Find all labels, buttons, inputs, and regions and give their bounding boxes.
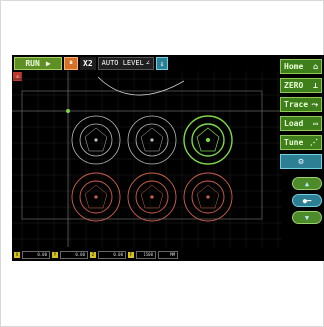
axis-x-badge: X [14, 252, 20, 258]
jog-up-button[interactable]: ▲ [292, 177, 322, 190]
axis-z-badge: Z [90, 252, 96, 258]
arc-path [97, 76, 185, 96]
zero-button[interactable]: ZERO ⊥ [280, 78, 322, 93]
part-4 [71, 172, 121, 222]
part-5 [127, 172, 177, 222]
jog-down-button[interactable]: ▼ [292, 211, 322, 224]
window-frame: RUN ▶ ⏸ X2 AUTO LEVEL ∠ ↓ ⚠ Home ⌂ ZERO … [0, 0, 324, 327]
probe-icon: ↓ [159, 58, 165, 68]
autolevel-label: AUTO LEVEL [101, 59, 144, 67]
axis-x-value: 0.00 [22, 251, 50, 259]
load-label: Load [284, 119, 304, 128]
trace-button[interactable]: Trace ⤳ [280, 97, 322, 112]
jog-step-button[interactable]: ●━ [292, 194, 322, 207]
triangle-down-icon: ▼ [304, 213, 310, 222]
gear-icon: ⚙ [298, 156, 304, 167]
cnc-screen: RUN ▶ ⏸ X2 AUTO LEVEL ∠ ↓ ⚠ Home ⌂ ZERO … [12, 55, 324, 261]
pause-icon: ⏸ [69, 58, 73, 67]
folder-icon: ▭ [313, 119, 318, 128]
sidebar: Home ⌂ ZERO ⊥ Trace ⤳ Load ▭ Tune ⋰ ⚙ ▲ … [280, 59, 322, 224]
part-6 [183, 172, 233, 222]
load-button[interactable]: Load ▭ [280, 116, 322, 131]
pause-button[interactable]: ⏸ [64, 56, 78, 70]
jog-controls: ▲ ●━ ▼ [280, 177, 322, 224]
angle-icon: ∠ [145, 59, 151, 67]
tune-button[interactable]: Tune ⋰ [280, 135, 322, 150]
home-label: Home [284, 62, 304, 71]
part-2 [127, 115, 177, 165]
status-bar: X 0.00 Y 0.00 Z 0.00 F 1500 MM [14, 251, 178, 259]
axis-z-value: 0.00 [98, 251, 126, 259]
part-3-selected [183, 115, 233, 165]
home-icon: ⌂ [313, 62, 318, 71]
run-button[interactable]: RUN ▶ [14, 56, 62, 70]
multiplier-button[interactable]: X2 [80, 56, 96, 70]
tune-label: Tune [284, 138, 304, 147]
zero-label: ZERO [284, 81, 304, 90]
workspace-canvas[interactable] [12, 71, 282, 247]
origin-marker [66, 109, 70, 113]
axis-y-value: 0.00 [60, 251, 88, 259]
multiplier-label: X2 [83, 58, 93, 68]
zero-icon: ⊥ [313, 81, 318, 90]
settings-button[interactable]: ⚙ [280, 154, 322, 169]
play-icon: ▶ [45, 58, 51, 68]
trace-label: Trace [284, 100, 309, 109]
tune-icon: ⋰ [310, 138, 318, 147]
home-button[interactable]: Home ⌂ [280, 59, 322, 74]
feed-badge: F [128, 252, 134, 258]
feed-value: 1500 [136, 251, 156, 259]
autolevel-button[interactable]: AUTO LEVEL ∠ [97, 56, 155, 70]
axis-y-badge: Y [52, 252, 58, 258]
units-value: MM [158, 251, 178, 259]
trace-icon: ⤳ [311, 99, 318, 109]
triangle-up-icon: ▲ [304, 179, 310, 188]
run-label: RUN [25, 58, 40, 68]
slider-icon: ●━ [302, 196, 312, 205]
top-toolbar: RUN ▶ ⏸ X2 AUTO LEVEL ∠ ↓ [12, 55, 284, 71]
part-1 [71, 115, 121, 165]
probe-button[interactable]: ↓ [156, 56, 169, 70]
